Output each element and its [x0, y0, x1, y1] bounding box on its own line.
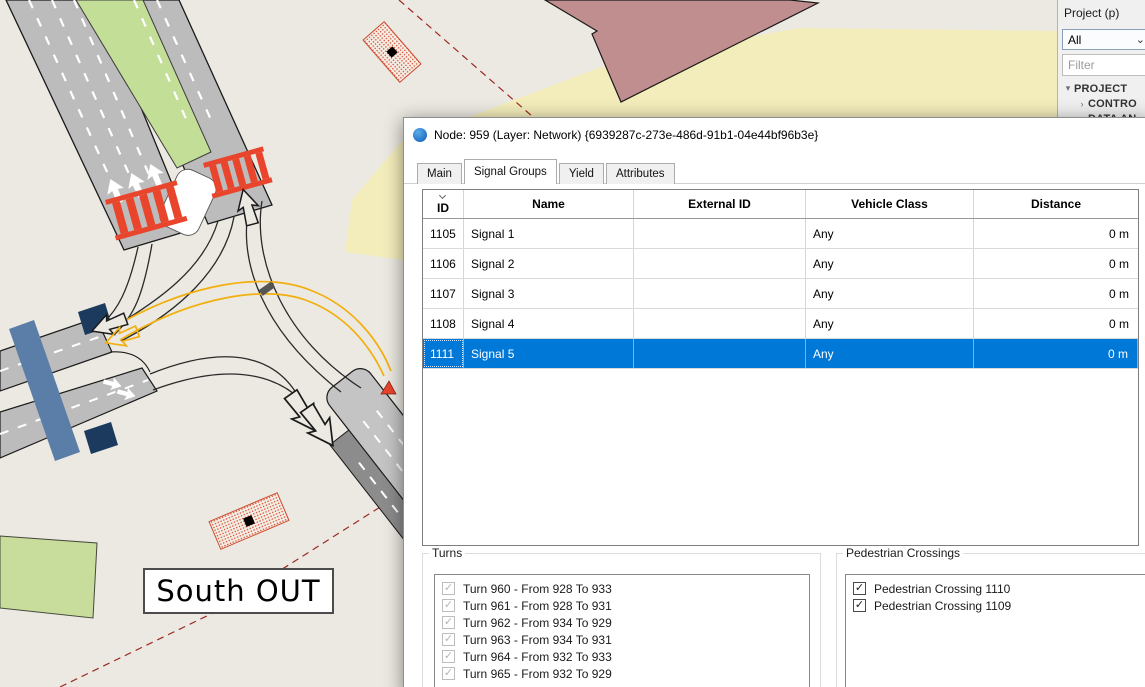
checkbox-checked-disabled-icon: ✓	[442, 616, 455, 629]
tab-main[interactable]: Main	[417, 163, 462, 184]
checkbox-checked-disabled-icon: ✓	[442, 582, 455, 595]
tree-item-project[interactable]: ▾ PROJECT	[1062, 81, 1145, 96]
list-item[interactable]: ✓ Turn 960 - From 928 To 933	[435, 580, 809, 597]
list-item[interactable]: ✓ Turn 965 - From 932 To 929	[435, 665, 809, 682]
turns-list[interactable]: ✓ Turn 960 - From 928 To 933 ✓ Turn 961 …	[434, 574, 810, 687]
list-item[interactable]: ✓ Pedestrian Crossing 1109	[846, 597, 1145, 614]
dialog-title: Node: 959 (Layer: Network) {6939287c-273…	[434, 118, 818, 152]
checkbox-checked-icon[interactable]: ✓	[853, 582, 866, 595]
table-row-selected[interactable]: 1111 Signal 5 Any 0 m	[423, 339, 1138, 369]
filter-input[interactable]	[1062, 54, 1145, 76]
sort-ascending-icon	[439, 192, 446, 199]
chevron-expanded-icon[interactable]: ▾	[1062, 83, 1074, 94]
pedestrian-crossings-list[interactable]: ✓ Pedestrian Crossing 1110 ✓ Pedestrian …	[845, 574, 1145, 687]
column-header-distance[interactable]: Distance	[974, 190, 1138, 218]
table-row[interactable]: 1108 Signal 4 Any 0 m	[423, 309, 1138, 339]
turns-groupbox: Turns ✓ Turn 960 - From 928 To 933 ✓ Tur…	[422, 553, 821, 687]
application-window: South OUT Project (p) All ⌄ ▾ PROJECT › …	[0, 0, 1145, 687]
node-editor-dialog: Node: 959 (Layer: Network) {6939287c-273…	[403, 117, 1145, 687]
checkbox-checked-disabled-icon: ✓	[442, 650, 455, 663]
pedestrian-crossings-groupbox: Pedestrian Crossings ✓ Pedestrian Crossi…	[836, 553, 1145, 687]
tab-yield[interactable]: Yield	[559, 163, 604, 184]
chevron-down-icon: ⌄	[1136, 33, 1145, 46]
checkbox-checked-disabled-icon: ✓	[442, 633, 455, 646]
signal-groups-table[interactable]: ID Name External ID Vehicle Class Distan…	[422, 189, 1139, 546]
tree-item-control[interactable]: › CONTRO	[1062, 96, 1145, 111]
column-header-id[interactable]: ID	[423, 190, 464, 218]
green-zone-polygon	[0, 536, 97, 618]
project-panel-title: Project (p)	[1064, 6, 1145, 20]
list-item[interactable]: ✓ Turn 963 - From 934 To 931	[435, 631, 809, 648]
turns-groupbox-label: Turns	[429, 546, 465, 560]
combo-selected-value: All	[1068, 33, 1081, 47]
table-row[interactable]: 1106 Signal 2 Any 0 m	[423, 249, 1138, 279]
checkbox-checked-icon[interactable]: ✓	[853, 599, 866, 612]
list-item[interactable]: ✓ Turn 964 - From 932 To 933	[435, 648, 809, 665]
node-icon	[413, 128, 427, 142]
map-text-label: South OUT	[143, 568, 334, 614]
chevron-collapsed-icon[interactable]: ›	[1076, 99, 1088, 109]
list-item[interactable]: ✓ Turn 961 - From 928 To 931	[435, 597, 809, 614]
table-row[interactable]: 1105 Signal 1 Any 0 m	[423, 219, 1138, 249]
project-filter-combo[interactable]: All ⌄	[1062, 29, 1145, 50]
column-header-name[interactable]: Name	[464, 190, 634, 218]
column-header-external-id[interactable]: External ID	[634, 190, 806, 218]
list-item[interactable]: ✓ Pedestrian Crossing 1110	[846, 580, 1145, 597]
dialog-titlebar[interactable]: Node: 959 (Layer: Network) {6939287c-273…	[404, 118, 1145, 152]
tab-attributes[interactable]: Attributes	[606, 163, 675, 184]
checkbox-checked-disabled-icon: ✓	[442, 667, 455, 680]
pedestrian-crossings-groupbox-label: Pedestrian Crossings	[843, 546, 963, 560]
tab-signal-groups[interactable]: Signal Groups	[464, 159, 557, 184]
table-row[interactable]: 1107 Signal 3 Any 0 m	[423, 279, 1138, 309]
list-item[interactable]: ✓ Turn 962 - From 934 To 929	[435, 614, 809, 631]
dialog-tabbar: Main Signal Groups Yield Attributes	[417, 159, 677, 184]
column-header-vehicle-class[interactable]: Vehicle Class	[806, 190, 974, 218]
table-header-row: ID Name External ID Vehicle Class Distan…	[423, 190, 1138, 219]
checkbox-checked-disabled-icon: ✓	[442, 599, 455, 612]
